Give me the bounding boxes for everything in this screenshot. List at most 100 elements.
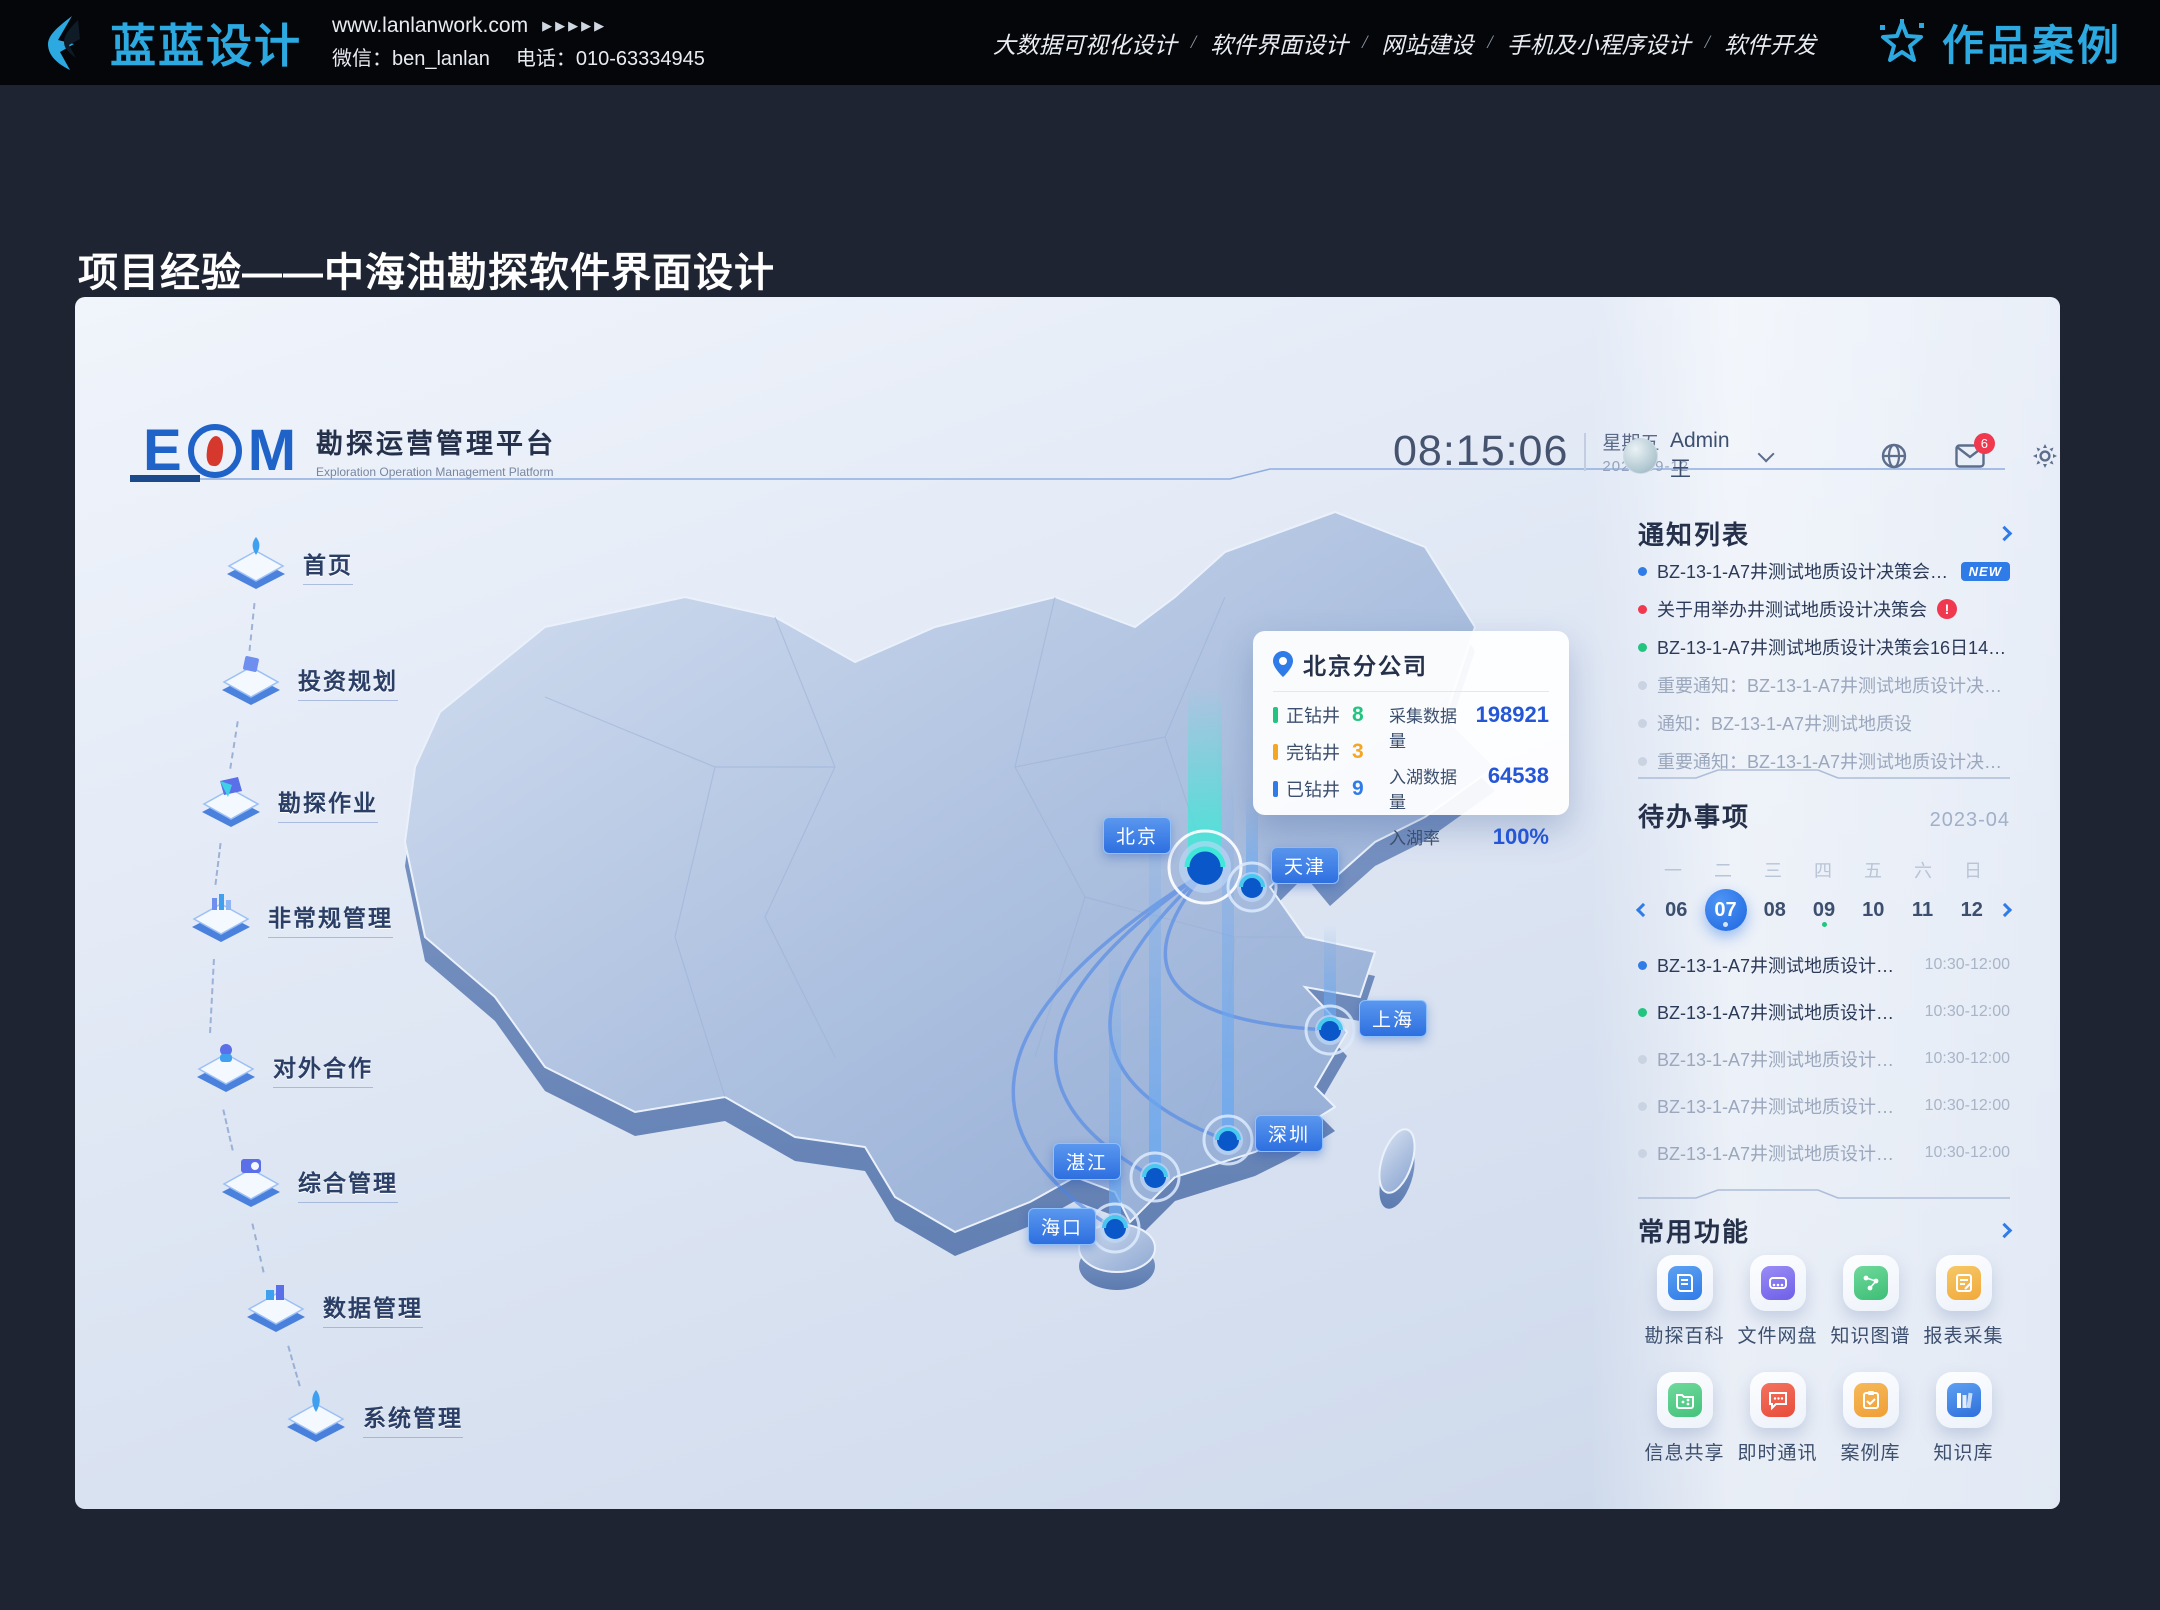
city-label-shenzhen[interactable]: 深圳: [1255, 1115, 1323, 1152]
status-dot: [1638, 757, 1647, 766]
sidebar-item-system[interactable]: 系统管理: [283, 1390, 463, 1446]
functions-more-icon[interactable]: [1997, 1223, 2013, 1239]
weekday: 日: [1964, 857, 1982, 883]
function-info-share[interactable]: 信息共享: [1638, 1372, 1731, 1465]
function-knowledge-base[interactable]: 知识库: [1917, 1372, 2010, 1465]
dashboard-screenshot: E M 勘探运营管理平台 Exploration Operation Manag…: [75, 297, 2060, 1509]
notification-item[interactable]: 关于用举办井测试地质设计决策会 !: [1638, 597, 2010, 621]
city-label-zhanjiang[interactable]: 湛江: [1053, 1143, 1121, 1180]
status-dot: [1638, 1102, 1647, 1111]
share-folder-icon: [1668, 1383, 1702, 1417]
city-label-beijing[interactable]: 北京: [1103, 817, 1171, 854]
calendar-prev-icon[interactable]: [1636, 903, 1650, 917]
site-nav-item-mobile[interactable]: 手机及小程序设计: [1507, 26, 1691, 60]
well-value: 9: [1352, 777, 1364, 801]
page-title: 项目经验——中海油勘探软件界面设计: [78, 240, 775, 298]
ecm-letter-m: M: [248, 417, 296, 484]
notification-item[interactable]: BZ-13-1-A7井测试地质设计决策会16日14点开始 NEW: [1638, 559, 2010, 583]
weekday: 三: [1764, 857, 1782, 883]
notification-text: BZ-13-1-A7井测试地质设计决策会16日14点开始: [1657, 558, 1951, 584]
todo-item[interactable]: BZ-13-1-A7井测试地质设计决策会... 10:30-12:00: [1638, 952, 2010, 978]
notification-item[interactable]: 重要通知：BZ-13-1-A7井测试地质设计决策会16日14...: [1638, 673, 2010, 697]
cooperation-3d-icon: [193, 1040, 259, 1096]
sidebar-item-unconventional[interactable]: 非常规管理: [188, 890, 393, 946]
functions-title: 常用功能: [1638, 1212, 1750, 1249]
todo-item[interactable]: BZ-13-1-A7井测试地质设计决策会 10:30-12:00: [1638, 1140, 2010, 1166]
calendar-day[interactable]: 11: [1902, 889, 1944, 931]
popup-title: 北京分公司: [1303, 647, 1428, 681]
todo-item[interactable]: BZ-13-1-A7井测试地质设计决策会... 10:30-12:00: [1638, 999, 2010, 1025]
sidebar-item-exploration[interactable]: 勘探作业: [198, 775, 378, 831]
function-file-drive[interactable]: 文件网盘: [1731, 1255, 1824, 1348]
notification-text: BZ-13-1-A7井测试地质设计决策会16日14点开始！: [1657, 634, 2010, 660]
function-report-collect[interactable]: 报表采集: [1917, 1255, 2010, 1348]
sidebar-item-cooperation[interactable]: 对外合作: [193, 1040, 373, 1096]
status-dot: [1638, 1149, 1647, 1158]
site-nav-item-software-ui[interactable]: 软件界面设计: [1210, 26, 1348, 60]
lanlan-logo-icon: [38, 14, 96, 72]
site-nav-item-dev[interactable]: 软件开发: [1724, 26, 1816, 60]
status-dot: [1638, 961, 1647, 970]
function-label: 即时通讯: [1737, 1438, 1817, 1465]
notification-list: BZ-13-1-A7井测试地质设计决策会16日14点开始 NEW 关于用举办井测…: [1638, 559, 2010, 773]
nav-separator: /: [1191, 32, 1196, 54]
site-logo[interactable]: 蓝蓝设计: [38, 10, 302, 76]
section-divider: [1638, 767, 2010, 781]
function-instant-message[interactable]: 即时通讯: [1731, 1372, 1824, 1465]
sidebar-item-label: 系统管理: [363, 1399, 463, 1438]
calendar-day[interactable]: 09: [1803, 889, 1845, 931]
platform-subtitle: Exploration Operation Management Platfor…: [316, 465, 556, 479]
todo-text: BZ-13-1-A7井测试地质设计决策会...: [1657, 952, 1905, 978]
notification-text: 重要通知：BZ-13-1-A7井测试地质设计决策会16日14...: [1657, 672, 2010, 698]
function-case-library[interactable]: 案例库: [1824, 1372, 1917, 1465]
city-label-haikou[interactable]: 海口: [1028, 1208, 1096, 1245]
city-label-tianjin[interactable]: 天津: [1271, 847, 1339, 884]
city-label-shanghai[interactable]: 上海: [1359, 1000, 1427, 1037]
clipboard-icon: [1854, 1383, 1888, 1417]
calendar-day[interactable]: 12: [1951, 889, 1993, 931]
todo-list: BZ-13-1-A7井测试地质设计决策会... 10:30-12:00 BZ-1…: [1638, 952, 2010, 1166]
calendar-day[interactable]: 10: [1852, 889, 1894, 931]
calendar-day[interactable]: 06: [1655, 889, 1697, 931]
well-value: 8: [1352, 703, 1364, 727]
calendar-day-selected[interactable]: 07: [1705, 889, 1747, 931]
marker-beijing: [1169, 831, 1241, 903]
site-nav-item-bigdata[interactable]: 大数据可视化设计: [993, 26, 1177, 60]
well-value: 3: [1352, 740, 1364, 764]
todo-time: 10:30-12:00: [1925, 1003, 2010, 1021]
function-label: 信息共享: [1644, 1438, 1724, 1465]
site-url[interactable]: www.lanlanwork.com: [332, 14, 528, 38]
todo-item[interactable]: BZ-13-1-A7井测试地质设计决策会 10:30-12:00: [1638, 1046, 2010, 1072]
status-dot: [1638, 1055, 1647, 1064]
status-dot: [1638, 719, 1647, 728]
settings-button[interactable]: [2031, 441, 2060, 471]
site-nav-item-website[interactable]: 网站建设: [1381, 26, 1473, 60]
notification-item[interactable]: 通知：BZ-13-1-A7井测试地质设: [1638, 711, 2010, 735]
notifications-header: 通知列表: [1638, 515, 2010, 552]
notifications-more-icon[interactable]: [1997, 526, 2013, 542]
todo-title: 待办事项: [1638, 797, 1750, 834]
sidebar-item-label: 首页: [303, 546, 353, 585]
sidebar-item-home[interactable]: 首页: [223, 537, 353, 593]
todo-time: 10:30-12:00: [1925, 1144, 2010, 1162]
sidebar-item-investment[interactable]: 投资规划: [218, 653, 398, 709]
cases-link[interactable]: 作品案例: [1876, 12, 2122, 73]
section-divider: [1638, 1187, 2010, 1201]
todo-header: 待办事项 2023-04: [1638, 797, 2010, 834]
function-knowledge-graph[interactable]: 知识图谱: [1824, 1255, 1917, 1348]
chat-icon: [1761, 1383, 1795, 1417]
calendar-day[interactable]: 08: [1754, 889, 1796, 931]
function-encyclopedia[interactable]: 勘探百科: [1638, 1255, 1731, 1348]
status-dot: [1638, 681, 1647, 690]
well-label: 正钻井: [1286, 702, 1340, 728]
todo-item[interactable]: BZ-13-1-A7井测试地质设计决策会 10:30-12:00: [1638, 1093, 2010, 1119]
stat-label: 入湖数据量: [1389, 763, 1474, 813]
sidebar-item-data[interactable]: 数据管理: [243, 1280, 423, 1336]
site-phone: 电话：010-63334945: [516, 42, 705, 71]
calendar-next-icon[interactable]: [1998, 903, 2012, 917]
todo-text: BZ-13-1-A7井测试地质设计决策会: [1657, 1093, 1905, 1119]
sidebar-item-comprehensive[interactable]: 综合管理: [218, 1155, 398, 1211]
notification-item[interactable]: BZ-13-1-A7井测试地质设计决策会16日14点开始！: [1638, 635, 2010, 659]
alert-badge: !: [1937, 599, 1957, 619]
gear-icon: [2031, 442, 2059, 470]
